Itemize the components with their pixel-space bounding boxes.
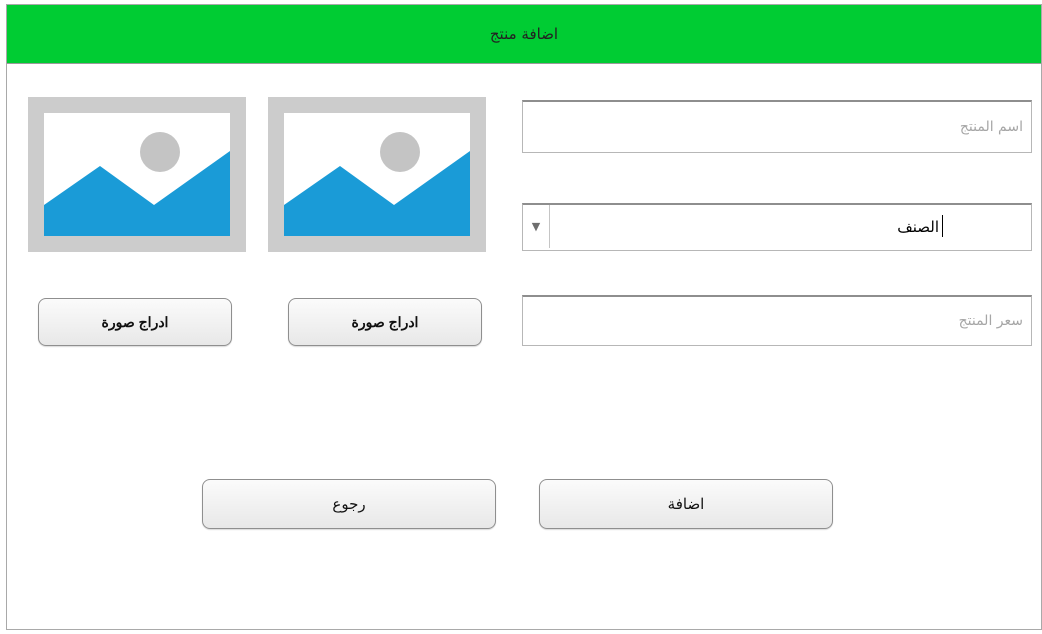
product-name-field[interactable] <box>522 100 1032 153</box>
image-placeholder-2 <box>28 97 246 252</box>
title-bar: اضافة منتج <box>7 5 1041 64</box>
window-title: اضافة منتج <box>489 25 559 43</box>
product-price-input[interactable] <box>523 297 1031 345</box>
category-selected-value: الصنف <box>897 218 939 236</box>
image-icon <box>44 113 230 236</box>
category-select[interactable]: ▼ الصنف <box>522 203 1032 251</box>
chevron-down-icon[interactable]: ▼ <box>523 205 550 248</box>
add-button[interactable]: اضافة <box>539 479 833 529</box>
back-button[interactable]: رجوع <box>202 479 496 529</box>
product-name-input[interactable] <box>523 102 1031 152</box>
insert-image-button-1[interactable]: ادراج صورة <box>288 298 482 346</box>
product-price-field[interactable] <box>522 295 1032 346</box>
text-cursor <box>942 215 943 237</box>
image-placeholder-1 <box>268 97 486 252</box>
insert-image-button-2[interactable]: ادراج صورة <box>38 298 232 346</box>
image-icon <box>284 113 470 236</box>
